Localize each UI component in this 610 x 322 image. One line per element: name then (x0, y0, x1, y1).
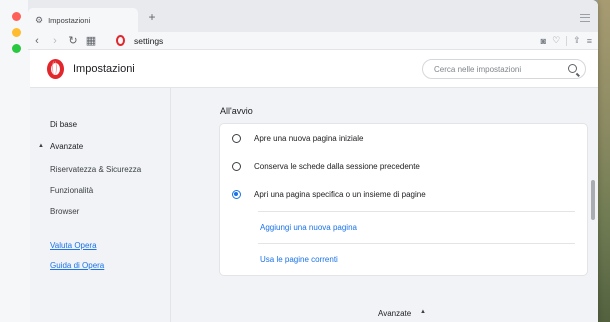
radio-button[interactable] (232, 161, 241, 171)
opera-logo-icon (47, 59, 64, 79)
new-tab-button[interactable]: + (145, 10, 159, 24)
option-label: Apri una pagina specifica o un insieme d… (254, 189, 426, 199)
browser-window: ⚙ Impostazioni + ‹ › ↻ ▦ settings ◙ ♡ ⇪ … (0, 0, 598, 322)
close-window-button[interactable] (12, 12, 21, 21)
menu-icon[interactable]: ≡ (587, 36, 592, 46)
camera-icon[interactable]: ◙ (541, 36, 546, 46)
settings-page: Impostazioni Di base ▲ Avanzate Riservat… (30, 50, 598, 322)
address-actions: ◙ ♡ ⇪ ≡ (541, 35, 592, 46)
grid-icon[interactable]: ▦ (82, 32, 100, 50)
section-title-startup: All'avvio (220, 106, 253, 116)
tab-settings[interactable]: ⚙ Impostazioni (28, 8, 138, 32)
tab-title: Impostazioni (48, 15, 91, 25)
divider (566, 35, 568, 46)
startup-card: Apre una nuova pagina iniziale Conserva … (220, 124, 587, 275)
caret-up-icon[interactable]: ▲ (38, 143, 44, 149)
scrollbar[interactable] (591, 180, 595, 220)
reload-icon[interactable]: ↻ (64, 32, 82, 50)
settings-header: Impostazioni (30, 50, 598, 88)
use-current-pages-link[interactable]: Usa le pagine correnti (260, 255, 338, 264)
back-icon[interactable]: ‹ (28, 32, 46, 50)
sidebar-item-privacy[interactable]: Riservatezza & Sicurezza (50, 165, 141, 174)
sidebar: Di base ▲ Avanzate Riservatezza & Sicure… (30, 88, 171, 322)
sidebar-item-di-base[interactable]: Di base (50, 120, 77, 129)
window-controls (12, 12, 21, 53)
minimize-window-button[interactable] (12, 28, 21, 37)
search-input[interactable] (434, 64, 566, 74)
option-label: Apre una nuova pagina iniziale (254, 133, 364, 143)
address-field[interactable]: settings (134, 36, 163, 46)
radio-button[interactable] (232, 133, 241, 143)
desktop-wallpaper-right (598, 0, 610, 322)
sidebar-item-features[interactable]: Funzionalità (50, 186, 93, 195)
sidebar-item-browser[interactable]: Browser (50, 207, 79, 216)
zoom-window-button[interactable] (12, 44, 21, 53)
gear-icon: ⚙ (35, 14, 44, 25)
advanced-toggle[interactable]: Avanzate (378, 309, 411, 318)
heart-icon[interactable]: ♡ (552, 35, 560, 46)
divider (258, 243, 575, 244)
search-icon[interactable] (568, 64, 577, 73)
page-title: Impostazioni (73, 63, 135, 75)
settings-search[interactable] (422, 59, 586, 79)
address-bar-row: ‹ › ↻ ▦ settings ◙ ♡ ⇪ ≡ (28, 32, 598, 50)
radio-button-selected[interactable] (232, 189, 241, 199)
share-icon[interactable]: ⇪ (573, 35, 581, 46)
startup-option[interactable]: Apri una pagina specifica o un insieme d… (220, 180, 587, 208)
tab-menu-icon[interactable] (580, 14, 590, 22)
caret-up-icon[interactable]: ▲ (420, 309, 426, 315)
tab-strip: ⚙ Impostazioni + (28, 0, 598, 32)
opera-help-link[interactable]: Guida di Opera (50, 261, 104, 270)
opera-logo-icon (116, 35, 125, 46)
startup-option[interactable]: Conserva le schede dalla sessione preced… (220, 152, 587, 180)
rate-opera-link[interactable]: Valuta Opera (50, 241, 97, 250)
forward-icon[interactable]: › (46, 32, 64, 50)
sidebar-item-avanzate[interactable]: Avanzate (50, 142, 83, 151)
startup-option[interactable]: Apre una nuova pagina iniziale (220, 124, 587, 152)
option-label: Conserva le schede dalla sessione preced… (254, 161, 420, 171)
add-page-link[interactable]: Aggiungi una nuova pagina (260, 223, 357, 232)
divider (258, 211, 575, 212)
